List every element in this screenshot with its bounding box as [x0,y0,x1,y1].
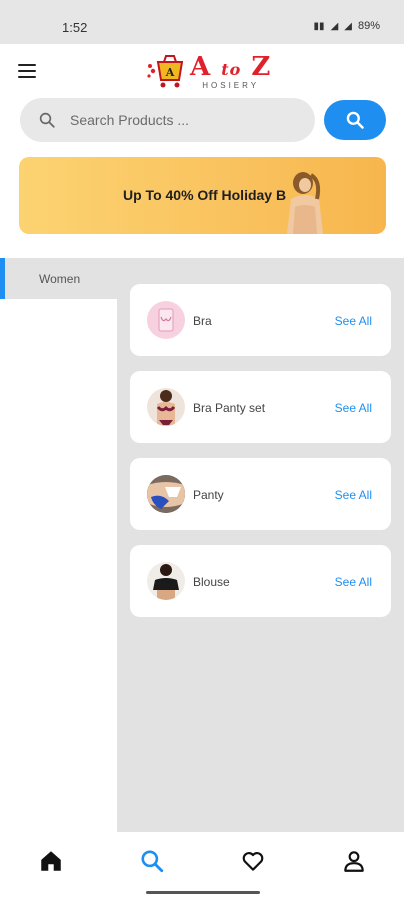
banner-text: Up To 40% Off Holiday B [123,187,287,203]
home-indicator [146,891,260,894]
search-icon [346,111,364,129]
status-bar: 1:52 ▮▮ ◢ ◢ 89% [0,0,404,44]
selected-indicator [0,258,5,299]
nav-profile[interactable] [339,846,369,876]
shopping-cart-icon: A [147,55,184,88]
menu-icon-line [18,76,36,78]
search-icon [39,112,55,128]
bra-panty-set-image [156,390,176,426]
menu-icon-line [18,70,36,72]
category-card-bra[interactable]: Bra See All [130,284,391,356]
bra-thumbnail [147,301,185,339]
nav-favorites[interactable] [238,846,268,876]
search-bar [20,98,315,142]
wifi-icon: ◢ [330,20,339,32]
search-button[interactable] [324,100,386,140]
blouse-image [153,564,179,600]
category-name: Bra [193,314,212,328]
bra-panty-set-thumbnail [147,388,185,426]
sidebar-item-women[interactable]: Women [0,258,117,299]
sidebar-item-label: Women [39,272,81,286]
menu-icon-line [18,64,36,66]
menu-button[interactable] [18,64,36,78]
see-all-link[interactable]: See All [335,488,372,502]
signal-icon: ▮▮ [313,20,325,32]
home-icon [41,851,61,871]
blouse-thumbnail [147,562,185,600]
status-time: 1:52 [62,20,88,35]
brand-z: Z [251,52,272,82]
app-logo: A A to Z HOSIERY [146,52,271,92]
category-sidebar: Women [0,258,117,832]
heart-icon [242,852,264,871]
bottom-navigation [0,832,404,900]
search-icon [141,850,164,873]
banner-model-image [287,172,323,234]
brand-to: to [221,60,242,79]
search-input[interactable] [70,112,280,128]
category-name: Bra Panty set [193,401,266,415]
cellular-icon: ◢ [344,20,352,32]
battery-level: 89% [357,20,380,32]
svg-text:A: A [165,66,175,79]
category-card-bra-panty-set[interactable]: Bra Panty set See All [130,371,391,443]
bra-image [158,308,174,332]
app-header: A A to Z HOSIERY [0,44,404,100]
panty-thumbnail [147,475,185,513]
profile-icon [344,851,364,872]
brand-a: A [190,52,212,82]
brand-wordmark: A to Z HOSIERY [190,54,271,90]
category-card-panty[interactable]: Panty See All [130,458,391,530]
category-card-blouse[interactable]: Blouse See All [130,545,391,617]
category-name: Blouse [193,575,230,589]
category-name: Panty [193,488,224,502]
status-icons: ▮▮ ◢ ◢ 89% [314,20,380,32]
see-all-link[interactable]: See All [335,401,372,415]
see-all-link[interactable]: See All [335,575,372,589]
nav-search[interactable] [137,846,167,876]
panty-image [147,475,185,513]
promo-banner[interactable]: Up To 40% Off Holiday B [19,157,386,234]
brand-subtitle: HOSIERY [202,81,260,90]
see-all-link[interactable]: See All [335,314,372,328]
nav-home[interactable] [36,846,66,876]
